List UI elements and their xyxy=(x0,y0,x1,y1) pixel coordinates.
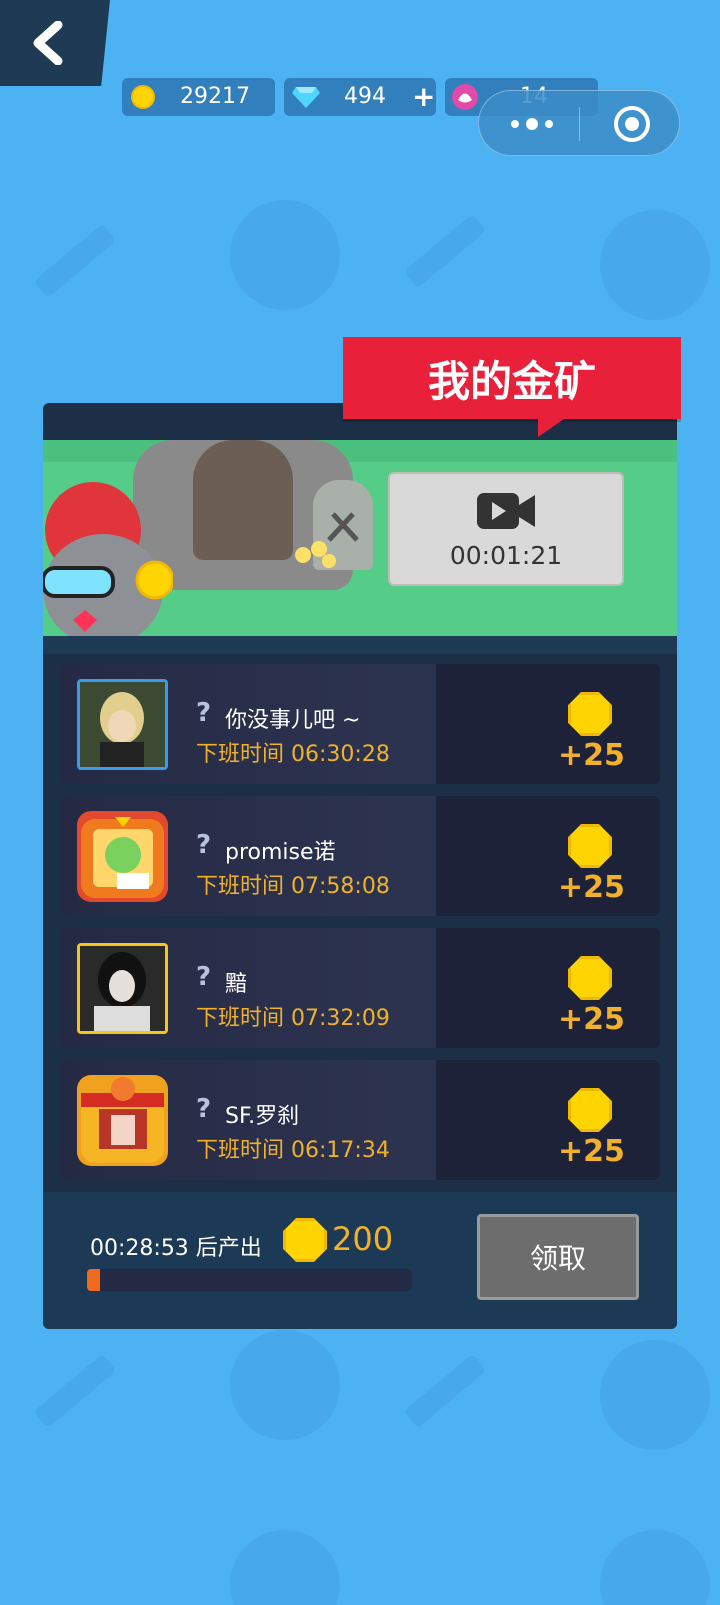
reward-cell xyxy=(436,664,660,784)
worker-reward: +25 xyxy=(558,1002,625,1037)
worker-status-icon: ? xyxy=(196,1094,212,1124)
avatar-image xyxy=(81,817,164,898)
background-hammer-icon xyxy=(33,223,117,299)
video-timer: 00:01:21 xyxy=(449,540,563,570)
back-button[interactable] xyxy=(0,0,110,86)
worker-off-time: 下班时间 06:17:34 xyxy=(196,1138,390,1163)
worker-row: ? SF.罗刹 下班时间 06:17:34 +25 xyxy=(60,1060,660,1180)
cave-entrance xyxy=(193,440,293,560)
background-bomb-icon xyxy=(600,210,710,320)
gold-value: 29217 xyxy=(180,84,250,109)
worker-status-icon: ? xyxy=(196,962,212,992)
worker-avatar[interactable] xyxy=(77,1075,168,1166)
worker-off-time: 下班时间 07:58:08 xyxy=(196,874,390,899)
diamond-counter: 494 + xyxy=(284,78,436,116)
background-bomb-icon xyxy=(600,1340,710,1450)
worker-reward: +25 xyxy=(558,738,625,773)
production-countdown: 00:28:53 后产出 xyxy=(90,1236,262,1261)
avatar-image xyxy=(80,682,165,767)
capsule-divider xyxy=(579,107,580,141)
list-header-strip xyxy=(43,636,677,654)
more-dots-icon[interactable] xyxy=(509,114,555,134)
worker-status-icon: ? xyxy=(196,698,212,728)
background-bomb-icon xyxy=(230,1530,340,1605)
worker-reward: +25 xyxy=(558,870,625,905)
production-amount: 200 xyxy=(332,1220,394,1258)
worker-name: 黯 xyxy=(225,972,248,997)
gold-coin-icon xyxy=(131,85,155,109)
page-title: 我的金矿 xyxy=(343,337,681,419)
background-bomb-icon xyxy=(230,1330,340,1440)
video-camera-icon xyxy=(477,492,535,529)
reward-cell xyxy=(436,796,660,916)
worker-off-time: 下班时间 06:30:28 xyxy=(196,742,390,767)
worker-reward: +25 xyxy=(558,1134,625,1169)
worker-name: 你没事儿吧 ~ xyxy=(225,708,361,733)
watch-video-button[interactable]: 00:01:21 xyxy=(388,472,624,586)
background-bomb-icon xyxy=(600,1530,710,1605)
worker-row: ? promise诺 下班时间 07:58:08 +25 xyxy=(60,796,660,916)
worker-avatar[interactable] xyxy=(77,679,168,770)
background-hammer-icon xyxy=(33,1353,117,1429)
character-avatar xyxy=(43,482,173,636)
flowers-decoration xyxy=(295,541,336,568)
avatar-image xyxy=(80,946,165,1031)
worker-row: ? 黯 下班时间 07:32:09 +25 xyxy=(60,928,660,1048)
claim-button[interactable]: 领取 xyxy=(477,1214,639,1300)
production-progress-bar xyxy=(87,1269,412,1291)
reward-cell xyxy=(436,1060,660,1180)
worker-avatar[interactable] xyxy=(77,943,168,1034)
production-progress-fill xyxy=(87,1269,100,1291)
banner-tail xyxy=(538,419,564,437)
background-hammer-icon xyxy=(403,213,487,289)
worker-name: promise诺 xyxy=(225,840,336,865)
lotus-icon xyxy=(452,84,478,110)
diamond-icon xyxy=(292,87,320,108)
gold-coin-icon xyxy=(283,1218,327,1262)
miniprogram-capsule xyxy=(478,90,680,156)
target-icon[interactable] xyxy=(612,104,652,144)
gold-counter: 29217 xyxy=(122,78,275,116)
background-hammer-icon xyxy=(403,1353,487,1429)
reward-cell xyxy=(436,928,660,1048)
worker-status-icon: ? xyxy=(196,830,212,860)
background-bomb-icon xyxy=(230,200,340,310)
worker-row: ? 你没事儿吧 ~ 下班时间 06:30:28 +25 xyxy=(60,664,660,784)
chevron-left-icon xyxy=(33,21,63,65)
worker-name: SF.罗刹 xyxy=(225,1104,300,1129)
diamond-value: 494 xyxy=(344,84,386,109)
worker-off-time: 下班时间 07:32:09 xyxy=(196,1006,390,1031)
worker-avatar[interactable] xyxy=(77,811,168,902)
avatar-image xyxy=(81,1077,164,1163)
add-diamond-button[interactable]: + xyxy=(412,80,435,113)
